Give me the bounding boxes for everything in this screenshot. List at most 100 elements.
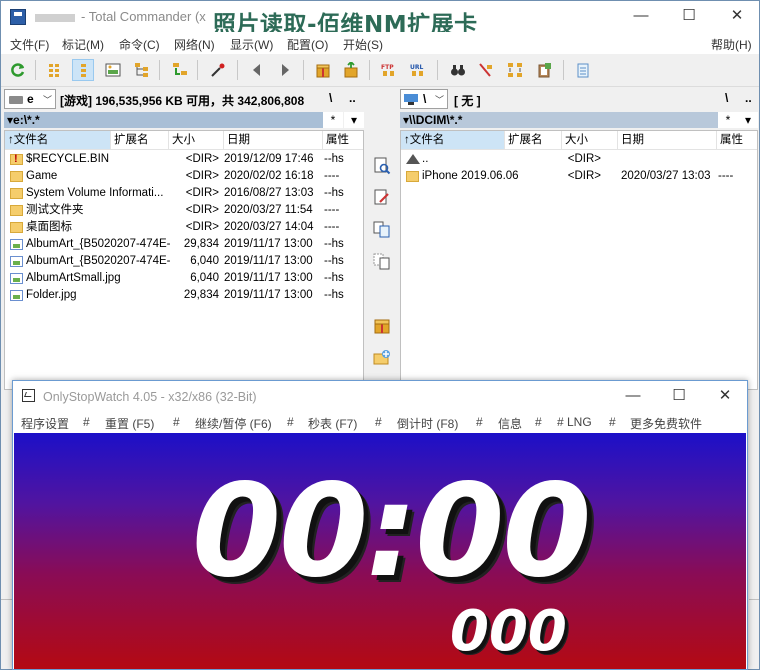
menu-language[interactable]: # LNG [557,415,592,429]
move-files-icon[interactable] [373,253,391,271]
new-folder-icon[interactable] [373,349,391,367]
network-drive-icon [404,94,418,105]
search-button[interactable] [447,59,469,81]
file-row[interactable]: 桌面图标 <DIR> 2020/03/27 14:04 ---- [5,219,363,236]
column-date[interactable]: 日期 [618,131,717,149]
close-button[interactable]: ✕ [723,6,751,26]
stopwatch-close-button[interactable]: ✕ [711,386,739,406]
left-column-header: ↑文件名 扩展名 大小 日期 属性 [5,131,363,150]
menu-mark[interactable]: 标记(M) [62,36,104,53]
right-file-panel[interactable]: ↑文件名 扩展名 大小 日期 属性 .. <DIR> iPhone 2019.06.… [400,130,758,390]
column-attr[interactable]: 属性 [323,131,363,149]
left-path-bar[interactable]: ▾e:\*.* [4,112,326,128]
menu-info[interactable]: 信息 [498,415,522,432]
folder-icon [10,188,23,199]
menu-configuration[interactable]: 配置(O) [287,36,328,53]
thumbnail-view-button[interactable] [102,59,124,81]
file-name: 桌面图标 [26,221,72,233]
brief-view-button[interactable] [45,59,67,81]
file-row[interactable]: .. <DIR> [401,151,757,168]
toolbar-separator [237,60,238,80]
right-root-button[interactable]: \ [725,91,728,105]
right-up-button[interactable]: .. [745,91,752,105]
edit-file-icon[interactable] [373,189,391,207]
ftp-icon: FTP [381,64,394,76]
notepad-button[interactable] [572,59,594,81]
file-row[interactable]: $RECYCLE.BIN <DIR> 2019/12/09 17:46 --hs [5,151,363,168]
file-row[interactable]: AlbumArt_{B5020207-474E-4... 6,040 2019/11… [5,253,363,270]
left-root-button[interactable]: \ [329,91,332,105]
refresh-button[interactable] [7,59,29,81]
stopwatch-window: OnlyStopWatch 4.05 - x32/x86 (32-Bit) — … [12,380,748,670]
file-row[interactable]: AlbumArt_{B5020207-474E-... 29,834 2019/11… [5,236,363,253]
pack-button[interactable] [312,59,334,81]
menu-more-freeware[interactable]: 更多免费软件 [630,415,702,432]
column-ext[interactable]: 扩展名 [505,131,562,149]
unselect-all-button[interactable] [207,59,229,81]
file-attributes: --hs [324,289,344,301]
file-row[interactable]: Game <DIR> 2020/02/02 16:18 ---- [5,168,363,185]
file-name: Game [26,170,58,182]
full-view-button[interactable] [72,59,94,81]
ftp-connect-button[interactable]: FTP [378,59,400,81]
menu-continue-pause[interactable]: 继续/暂停 (F6) [195,415,272,432]
left-up-button[interactable]: .. [349,91,356,105]
menu-commands[interactable]: 命令(C) [119,36,160,53]
column-size[interactable]: 大小 [562,131,618,149]
file-size: 29,834 [183,238,219,250]
forward-button[interactable] [274,59,296,81]
minimize-button[interactable]: — [627,6,655,26]
left-free-space: [游戏] 196,535,956 KB 可用，共 342,806,808 [60,94,305,108]
menu-stopwatch[interactable]: 秒表 (F7) [308,415,357,432]
copy-names-button[interactable] [533,59,555,81]
right-history-button[interactable]: * [718,112,738,128]
menu-separator: # [535,415,542,429]
unpack-button[interactable] [340,59,362,81]
copy-files-icon[interactable] [373,221,391,239]
url-connect-button[interactable]: URL [407,59,429,81]
column-name[interactable]: ↑文件名 [5,131,111,149]
file-name: AlbumArt_{B5020207-474E-... [26,238,170,250]
multi-rename-button[interactable] [475,59,497,81]
left-hotlist-button[interactable]: ▾ [344,112,364,128]
menu-countdown[interactable]: 倒计时 (F8) [397,415,458,432]
menu-net[interactable]: 网络(N) [174,36,215,53]
menu-start[interactable]: 开始(S) [343,36,383,53]
right-path-bar[interactable]: ▾\\DCIM\*.* [400,112,718,128]
file-size: 29,834 [183,289,219,301]
right-hotlist-button[interactable]: ▾ [738,112,758,128]
column-name[interactable]: ↑文件名 [401,131,505,149]
file-row[interactable]: System Volume Informati... <DIR> 2016/08/2… [5,185,363,202]
file-row[interactable]: 测试文件夹 <DIR> 2020/03/27 11:54 ---- [5,202,363,219]
menu-program-settings[interactable]: 程序设置 [21,415,69,432]
left-history-button[interactable]: * [323,112,343,128]
tree-view-button[interactable] [131,59,153,81]
column-attr[interactable]: 属性 [717,131,757,149]
left-file-panel[interactable]: ↑文件名 扩展名 大小 日期 属性 $RECYCLE.BIN <DIR> 2019/… [4,130,364,390]
pack-files-icon[interactable] [373,317,391,335]
column-ext[interactable]: 扩展名 [111,131,169,149]
back-button[interactable] [246,59,268,81]
menu-separator: # [83,415,90,429]
menu-file[interactable]: 文件(F) [10,36,49,53]
folder-icon [406,171,419,182]
file-size: <DIR> [185,153,219,165]
right-drive-combo[interactable]: \ ﹀ [400,89,448,109]
file-row[interactable]: Folder.jpg 29,834 2019/11/17 13:00 --hs [5,287,363,304]
maximize-button[interactable]: ☐ [675,6,703,26]
column-date[interactable]: 日期 [224,131,323,149]
file-row[interactable]: iPhone 2019.06.06 <DIR> 2020/03/27 13:03 --… [401,168,757,185]
menu-help[interactable]: 帮助(H) [711,36,752,53]
view-file-icon[interactable] [373,157,391,175]
invert-selection-button[interactable] [169,59,191,81]
stopwatch-maximize-button[interactable]: ☐ [665,386,693,406]
menu-reset[interactable]: 重置 (F5) [105,415,154,432]
stopwatch-minimize-button[interactable]: — [619,386,647,406]
column-size[interactable]: 大小 [169,131,224,149]
left-drive-combo[interactable]: e ﹀ [4,89,56,109]
sync-dirs-button[interactable] [504,59,526,81]
chevron-down-icon: ▾ [350,113,358,127]
file-date: 2020/03/27 11:54 [224,204,313,216]
file-row[interactable]: AlbumArtSmall.jpg 6,040 2019/11/17 13:00 --… [5,270,363,287]
menu-show[interactable]: 显示(W) [230,36,273,53]
